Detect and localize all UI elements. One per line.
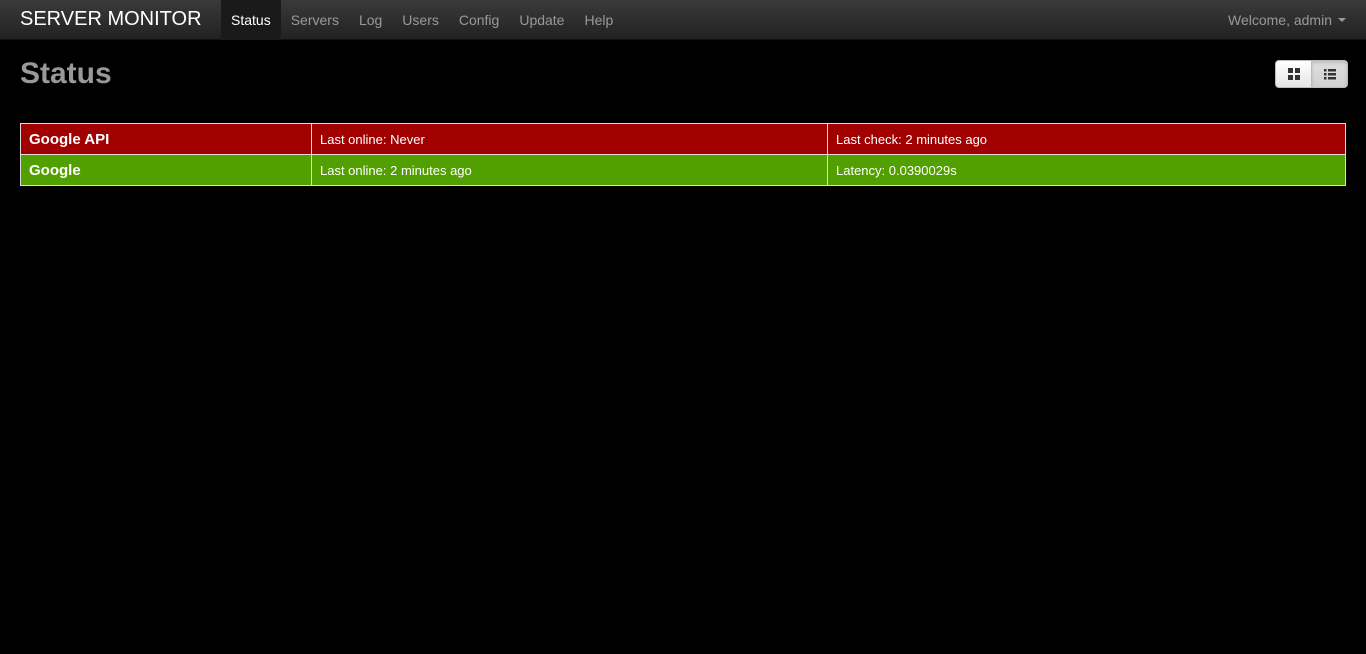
nav-item-log[interactable]: Log [349, 0, 392, 40]
grid-view-button[interactable] [1275, 60, 1311, 88]
page-title: Status [20, 57, 112, 90]
brand-link[interactable]: SERVER MONITOR [20, 7, 202, 31]
server-status-table: Google API Last online: Never Last check… [20, 123, 1346, 186]
list-icon [1323, 68, 1336, 79]
nav-item-servers[interactable]: Servers [281, 0, 349, 40]
nav-item-config[interactable]: Config [449, 0, 509, 40]
server-last-online: Last online: 2 minutes ago [311, 154, 828, 186]
navbar: SERVER MONITOR Status Servers Log Users … [0, 0, 1366, 40]
server-row-offline: Google API Last online: Never Last check… [20, 123, 1346, 155]
user-menu-label: Welcome, admin [1227, 12, 1332, 28]
server-name: Google API [20, 123, 312, 155]
server-name: Google [20, 154, 312, 186]
list-view-button[interactable] [1311, 60, 1348, 88]
server-last-online: Last online: Never [311, 123, 828, 155]
server-row-online: Google Last online: 2 minutes ago Latenc… [20, 154, 1346, 186]
nav-item-users[interactable]: Users [392, 0, 449, 40]
view-toggle [1275, 60, 1348, 88]
nav-item-update[interactable]: Update [509, 0, 574, 40]
nav-item-status[interactable]: Status [221, 0, 281, 40]
grid-icon [1287, 68, 1300, 80]
main-nav: Status Servers Log Users Config Update H… [221, 0, 623, 40]
user-menu[interactable]: Welcome, admin [1228, 0, 1346, 40]
server-latency: Latency: 0.0390029s [827, 154, 1346, 186]
caret-down-icon [1338, 18, 1346, 23]
server-last-check: Last check: 2 minutes ago [827, 123, 1346, 155]
nav-item-help[interactable]: Help [574, 0, 623, 40]
